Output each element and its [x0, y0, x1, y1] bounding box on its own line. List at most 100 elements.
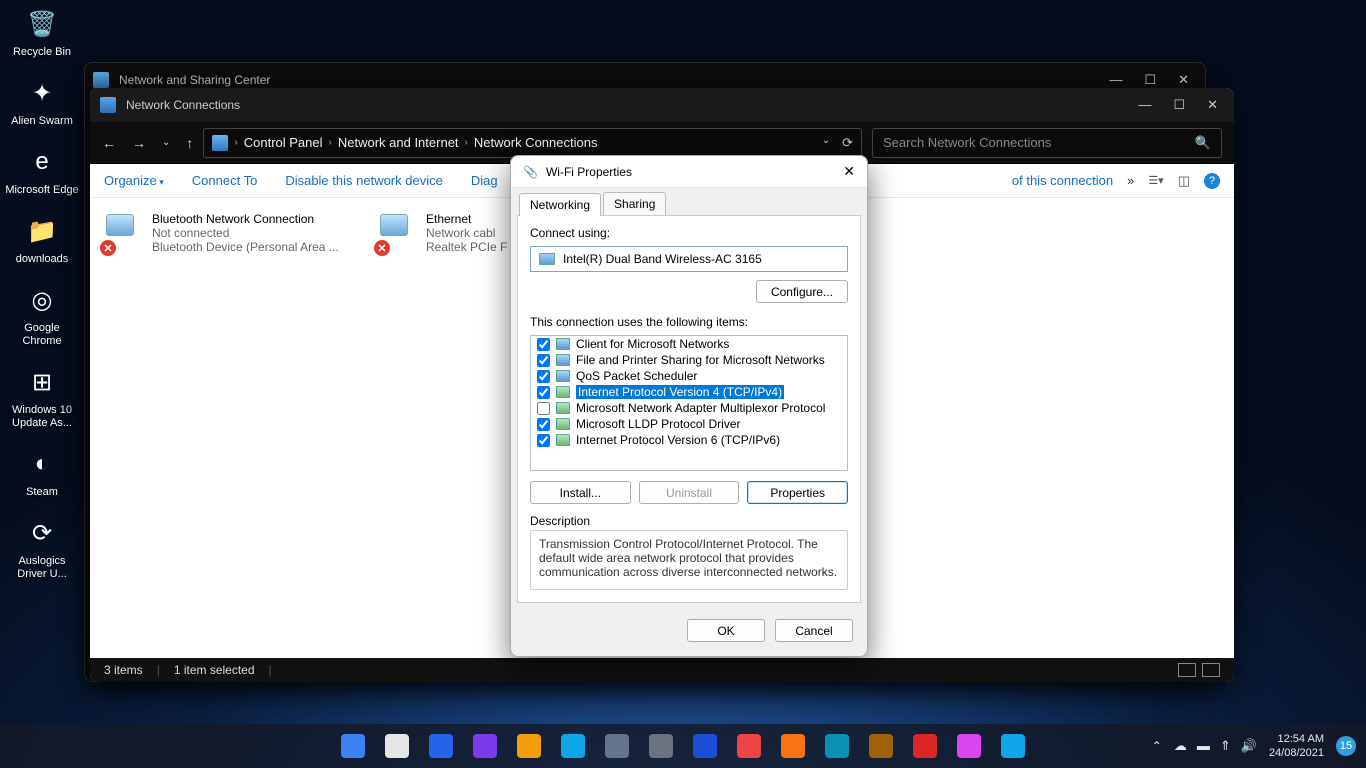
network-item[interactable]: File and Printer Sharing for Microsoft N… [531, 352, 847, 368]
diagnose-button[interactable]: Diag [471, 173, 498, 188]
clock[interactable]: 12:54 AM 24/08/2021 [1269, 732, 1324, 760]
taskbar-app-taskview[interactable] [422, 727, 460, 765]
taskbar-app-store[interactable] [598, 727, 636, 765]
taskbar-app-app3[interactable] [906, 727, 944, 765]
app-icon: e [22, 142, 62, 182]
search-input[interactable]: Search Network Connections 🔍 [872, 128, 1222, 158]
uninstall-button[interactable]: Uninstall [639, 481, 740, 504]
taskbar-app-settings[interactable] [642, 727, 680, 765]
taskbar-app-word[interactable] [686, 727, 724, 765]
nav-recent-button[interactable]: ⌄ [162, 137, 170, 148]
address-bar[interactable]: › Control Panel › Network and Internet ›… [203, 128, 862, 158]
wifi-properties-dialog[interactable]: 📎 Wi-Fi Properties ✕ Networking Sharing … [510, 155, 868, 657]
taskbar-app-app1[interactable] [818, 727, 856, 765]
breadcrumb-dropdown-button[interactable]: ⌄ [822, 135, 830, 151]
item-checkbox[interactable] [537, 386, 550, 399]
onedrive-icon[interactable]: ☁ [1174, 738, 1187, 754]
maximize-button[interactable]: ☐ [1173, 97, 1185, 113]
taskbar-app-edge[interactable] [554, 727, 592, 765]
item-checkbox[interactable] [537, 370, 550, 383]
taskbar-app-chat[interactable] [466, 727, 504, 765]
desktop-icon[interactable]: eMicrosoft Edge [4, 142, 80, 197]
help-button[interactable]: ? [1204, 173, 1220, 189]
organize-menu[interactable]: Organize [104, 173, 164, 188]
close-button[interactable]: ✕ [843, 163, 855, 180]
desktop-icons: 🗑️Recycle Bin ✦Alien Swarm eMicrosoft Edge… [4, 4, 84, 595]
taskbar-app-powerpoint[interactable] [774, 727, 812, 765]
desktop-icon[interactable]: ◐Steam [4, 444, 80, 499]
wifi-icon[interactable]: ⇑ [1220, 738, 1231, 754]
clock-date: 24/08/2021 [1269, 746, 1324, 760]
status-selected-count: 1 item selected [174, 663, 255, 677]
item-checkbox[interactable] [537, 338, 550, 351]
desktop-icon[interactable]: ⊞Windows 10 Update As... [4, 362, 80, 430]
network-item[interactable]: Internet Protocol Version 6 (TCP/IPv6) [531, 432, 847, 448]
maximize-button[interactable]: ☐ [1144, 72, 1156, 88]
notification-badge[interactable]: 15 [1336, 736, 1356, 756]
adapter-field[interactable]: Intel(R) Dual Band Wireless-AC 3165 [530, 246, 848, 272]
view-large-button[interactable] [1202, 663, 1220, 677]
desktop-icon[interactable]: 📁downloads [4, 211, 80, 266]
taskbar-app-app4[interactable] [950, 727, 988, 765]
network-item[interactable]: Internet Protocol Version 4 (TCP/IPv4) [531, 384, 847, 400]
app-icon [473, 734, 497, 758]
view-options-button[interactable]: ☰▾ [1148, 174, 1163, 187]
protocol-icon [556, 418, 570, 430]
app-icon: ⊞ [22, 362, 62, 402]
network-item[interactable]: Microsoft Network Adapter Multiplexor Pr… [531, 400, 847, 416]
taskbar-app-chrome[interactable] [730, 727, 768, 765]
disable-device-button[interactable]: Disable this network device [285, 173, 443, 188]
item-checkbox[interactable] [537, 402, 550, 415]
minimize-button[interactable]: — [1138, 97, 1151, 113]
minimize-button[interactable]: — [1109, 72, 1122, 88]
item-checkbox[interactable] [537, 434, 550, 447]
app-icon [869, 734, 893, 758]
system-tray[interactable]: ⌃ ☁ ▬ ⇑ 🔊 12:54 AM 24/08/2021 15 [1152, 732, 1356, 760]
view-details-button[interactable] [1178, 663, 1196, 677]
connection-item[interactable]: ✕ Bluetooth Network Connection Not conne… [100, 212, 350, 256]
desktop[interactable]: 🗑️Recycle Bin ✦Alien Swarm eMicrosoft Edge… [0, 0, 1366, 768]
desktop-icon[interactable]: 🗑️Recycle Bin [4, 4, 80, 59]
clock-time: 12:54 AM [1269, 732, 1324, 746]
tab-sharing[interactable]: Sharing [603, 192, 666, 215]
app-icon: 🗑️ [22, 4, 62, 44]
taskbar-app-start[interactable] [334, 727, 372, 765]
network-item[interactable]: Microsoft LLDP Protocol Driver [531, 416, 847, 432]
battery-icon[interactable]: ▬ [1197, 738, 1210, 754]
taskbar-app-explorer[interactable] [510, 727, 548, 765]
item-checkbox[interactable] [537, 418, 550, 431]
network-items-list[interactable]: Client for Microsoft Networks File and P… [530, 335, 848, 471]
nav-forward-button[interactable]: → [132, 135, 146, 151]
connect-to-button[interactable]: Connect To [192, 173, 258, 188]
preview-pane-button[interactable]: ◫ [1178, 173, 1190, 189]
ok-button[interactable]: OK [687, 619, 765, 642]
app-icon [649, 734, 673, 758]
item-checkbox[interactable] [537, 354, 550, 367]
properties-button[interactable]: Properties [747, 481, 848, 504]
taskbar-app-app5[interactable] [994, 727, 1032, 765]
volume-icon[interactable]: 🔊 [1241, 738, 1257, 754]
adapter-icon [539, 253, 555, 265]
configure-button[interactable]: Configure... [756, 280, 848, 303]
network-item[interactable]: QoS Packet Scheduler [531, 368, 847, 384]
nav-back-button[interactable]: ← [102, 135, 116, 151]
close-button[interactable]: ✕ [1178, 72, 1189, 88]
taskbar-app-search[interactable] [378, 727, 416, 765]
nav-up-button[interactable]: ↑ [186, 135, 193, 151]
desktop-icon[interactable]: ✦Alien Swarm [4, 73, 80, 128]
desktop-icon[interactable]: ◎Google Chrome [4, 280, 80, 348]
toolbar-overflow-button[interactable]: » [1127, 173, 1134, 188]
close-button[interactable]: ✕ [1207, 97, 1218, 113]
breadcrumb-seg[interactable]: Network and Internet [338, 135, 459, 150]
tab-networking[interactable]: Networking [519, 193, 601, 216]
breadcrumb-seg[interactable]: Network Connections [474, 135, 598, 150]
network-item[interactable]: Client for Microsoft Networks [531, 336, 847, 352]
breadcrumb-seg[interactable]: Control Panel [244, 135, 323, 150]
install-button[interactable]: Install... [530, 481, 631, 504]
taskbar-app-app2[interactable] [862, 727, 900, 765]
tray-overflow-button[interactable]: ⌃ [1152, 739, 1162, 753]
cancel-button[interactable]: Cancel [775, 619, 853, 642]
desktop-icon[interactable]: ⟳Auslogics Driver U... [4, 513, 80, 581]
taskbar[interactable]: ⌃ ☁ ▬ ⇑ 🔊 12:54 AM 24/08/2021 15 [0, 724, 1366, 768]
refresh-button[interactable]: ⟳ [842, 135, 853, 151]
